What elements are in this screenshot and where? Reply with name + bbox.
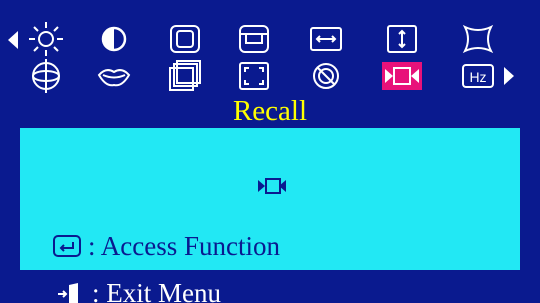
access-function-row: : Access Function — [52, 231, 280, 261]
frequency-hz-icon[interactable]: Hz — [458, 56, 498, 96]
parallelogram-icon[interactable] — [165, 56, 205, 96]
exit-door-icon — [56, 280, 86, 303]
vertical-size-icon[interactable] — [382, 19, 422, 59]
osd-menu: Hz Recall : Access Function: Exit Menu — [0, 0, 540, 303]
content-panel: : Access Function — [20, 128, 520, 270]
trapezoid-icon[interactable] — [94, 56, 134, 96]
horizontal-size-icon[interactable] — [306, 19, 346, 59]
triangle-right-icon[interactable] — [500, 64, 518, 88]
recall-icon-large — [252, 166, 292, 206]
rotation-icon[interactable] — [26, 56, 66, 96]
exit-menu-label: : Exit Menu — [92, 278, 221, 303]
degauss-icon[interactable] — [306, 56, 346, 96]
vertical-position-icon[interactable] — [234, 19, 274, 59]
access-function-label: : Access Function — [88, 231, 280, 261]
horizontal-position-icon[interactable] — [165, 19, 205, 59]
contrast-icon[interactable] — [94, 19, 134, 59]
zoom-icon[interactable] — [234, 56, 274, 96]
menu-title: Recall — [232, 95, 308, 127]
hz-text: Hz — [469, 69, 486, 85]
enter-key-icon — [52, 233, 82, 259]
recall-icon[interactable] — [382, 56, 422, 96]
pincushion-icon[interactable] — [458, 19, 498, 59]
exit-menu-row: : Exit Menu — [56, 278, 221, 303]
triangle-left-icon[interactable] — [4, 28, 22, 52]
brightness-icon[interactable] — [26, 19, 66, 59]
